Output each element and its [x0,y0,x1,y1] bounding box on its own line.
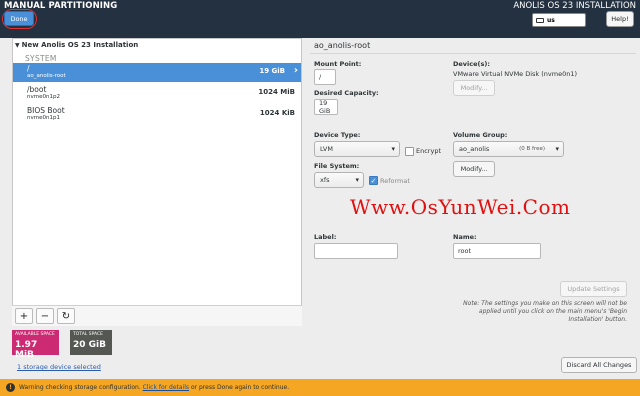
installation-name: New Anolis OS 23 Installation [21,41,139,49]
encrypt-label: Encrypt [416,147,441,155]
name-input[interactable]: root [453,243,541,259]
partition-row-boot[interactable]: /boot nvme0n1p2 1024 MiB [13,84,301,103]
device-type-label: Device Type: [314,131,361,139]
file-system-select[interactable]: xfs ▾ [314,172,364,188]
warning-details-link[interactable]: Click for details [143,384,189,391]
volume-group-value: ao_anolis [459,145,490,153]
total-space-label: TOTAL SPACE [73,332,103,337]
keyboard-layout-indicator[interactable]: us [532,13,586,27]
help-button[interactable]: Help! [606,11,634,27]
warning-prefix: Warning checking storage configuration. [19,384,141,391]
name-field-label: Name: [453,233,477,241]
device-type-select[interactable]: LVM ▾ [314,141,400,157]
reformat-checkbox[interactable]: ✓ [369,176,378,185]
remove-partition-button[interactable]: − [36,308,54,324]
available-space-label: AVAILABLE SPACE [15,332,55,337]
label-input[interactable] [314,243,398,259]
chevron-down-icon: ▾ [555,145,559,153]
warning-bar: ! Warning checking storage configuration… [0,379,640,396]
mount-point-label: Mount Point: [314,60,362,68]
refresh-icon[interactable]: ↻ [57,308,75,324]
modify-volume-group-button[interactable]: Modify... [453,161,495,177]
divider [310,53,636,54]
label-field-label: Label: [314,233,337,241]
volume-group-free: (0 B free) [519,146,545,152]
keyboard-icon [536,17,544,23]
watermark-text: Www.OsYunWei.Com [350,195,571,219]
partition-size: 19 GiB [259,67,285,75]
chevron-right-icon: › [293,65,298,76]
partition-mount: / [27,64,30,73]
partition-device: nvme0n1p2 [27,94,60,100]
partition-row-root[interactable]: / ao_anolis-root 19 GiB › [13,63,301,82]
selected-partition-title: ao_anolis-root [314,41,371,50]
encrypt-checkbox[interactable] [405,147,414,156]
partition-row-bios-boot[interactable]: BIOS Boot nvme0n1p1 1024 KiB [13,105,301,124]
modify-devices-button[interactable]: Modify... [453,80,495,96]
total-space-value: 20 GiB [73,340,106,350]
partition-device: nvme0n1p1 [27,115,60,121]
header-bar: MANUAL PARTITIONING Done ANOLIS OS 23 IN… [0,0,640,38]
desired-capacity-input[interactable]: 19 GiB [314,99,338,115]
device-type-value: LVM [320,145,333,153]
available-space-box: AVAILABLE SPACE 1.97 MiB [12,330,59,360]
available-space-value: 1.97 MiB [15,340,38,360]
total-space-box: TOTAL SPACE 20 GiB [70,330,112,355]
add-partition-button[interactable]: + [15,308,33,324]
partition-size: 1024 KiB [259,109,295,117]
devices-label: Device(s): [453,60,490,68]
devices-value: VMware Virtual NVMe Disk (nvme0n1) [453,70,578,78]
partition-mount: BIOS Boot [27,106,65,115]
file-system-label: File System: [314,162,360,170]
partition-device: ao_anolis-root [27,73,66,79]
reformat-label: Reformat [380,177,410,185]
discard-all-changes-button[interactable]: Discard All Changes [561,357,637,373]
installation-title: ANOLIS OS 23 INSTALLATION [513,1,636,11]
mount-point-input[interactable]: / [314,69,336,85]
expand-triangle-icon[interactable]: ▼ [15,42,20,49]
desired-capacity-label: Desired Capacity: [314,89,379,97]
keyboard-layout-label: us [547,16,555,24]
installation-tree-header[interactable]: ▼ New Anolis OS 23 Installation [15,41,138,49]
partition-tree: ▼ New Anolis OS 23 Installation SYSTEM /… [12,38,302,326]
volume-group-label: Volume Group: [453,131,508,139]
warning-icon: ! [6,383,15,392]
partition-mount: /boot [27,85,47,94]
chevron-down-icon: ▾ [391,145,395,153]
system-section-label: SYSTEM [25,54,57,63]
chevron-down-icon: ▾ [355,176,359,184]
done-button[interactable]: Done [4,11,34,26]
storage-devices-link[interactable]: 1 storage device selected [17,363,101,371]
settings-note: Note: The settings you make on this scre… [463,300,627,324]
partition-toolbar: + − ↻ [12,305,302,326]
update-settings-button[interactable]: Update Settings [560,281,627,297]
file-system-value: xfs [320,176,330,184]
warning-suffix: or press Done again to continue. [190,384,290,391]
volume-group-select[interactable]: ao_anolis (0 B free) ▾ [453,141,564,157]
partition-size: 1024 MiB [258,88,295,96]
